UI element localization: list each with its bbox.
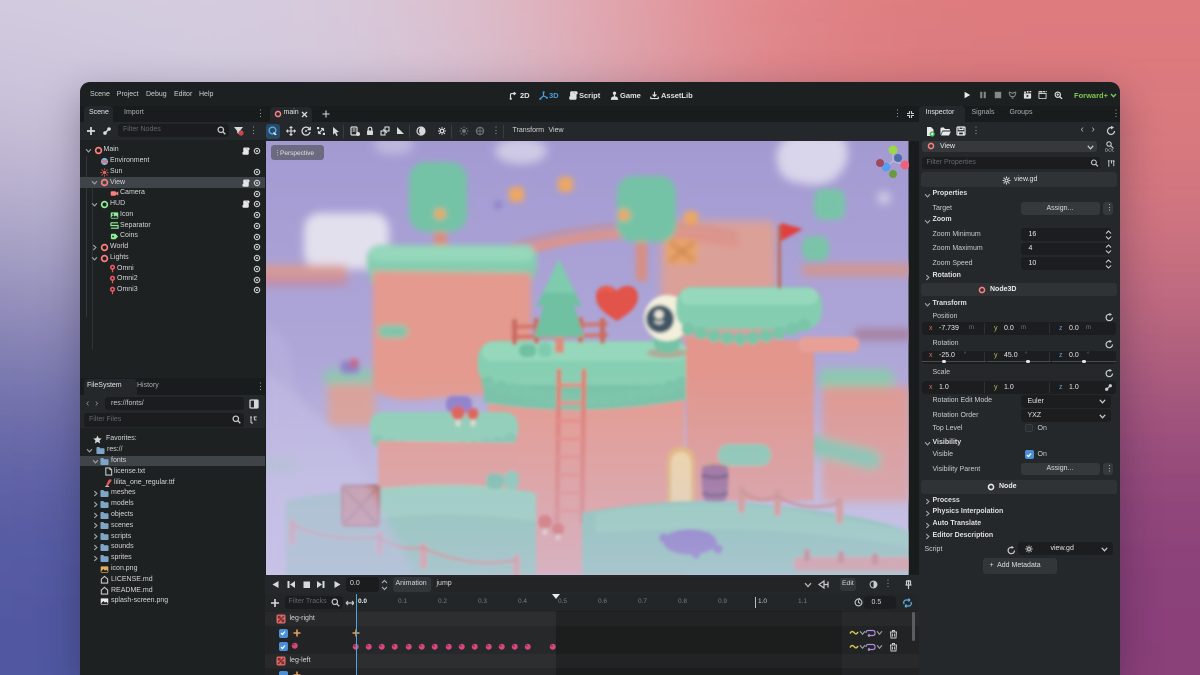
svg-text:⋮: ⋮ — [274, 150, 281, 157]
svg-text:DOC: DOC — [1105, 148, 1114, 153]
svg-text:Perspective: Perspective — [280, 150, 314, 157]
